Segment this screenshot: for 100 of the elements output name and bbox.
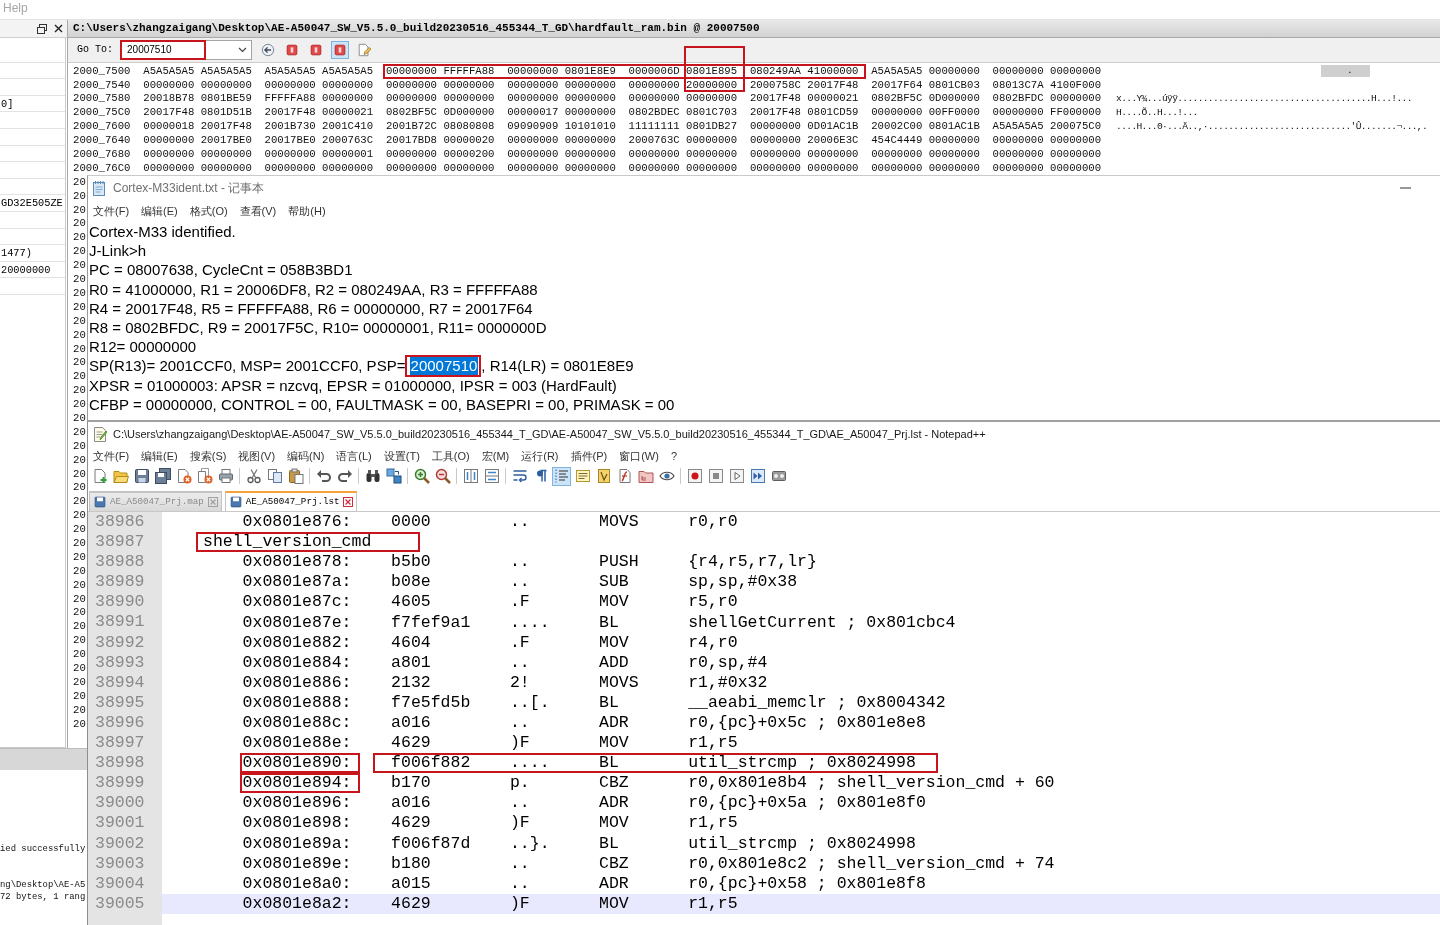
back-arrow-icon xyxy=(261,43,275,57)
menu-item[interactable]: 编码(N) xyxy=(287,449,325,463)
text-line: , R14(LR) = 0801E8E9 xyxy=(481,357,634,375)
menu-item[interactable]: 查看(V) xyxy=(239,204,277,218)
menu-item[interactable]: 工具(O) xyxy=(431,449,470,463)
toolbar-button[interactable] xyxy=(384,466,403,486)
hex-word: 00000000 xyxy=(200,149,252,160)
ascii-text: ..[. xyxy=(509,694,550,711)
mnemonic-text: BL xyxy=(599,614,619,631)
menu-item[interactable]: 窗口(W) xyxy=(619,449,659,463)
mnemonic-text: ADR xyxy=(599,795,629,812)
menu-item[interactable]: 格式(O) xyxy=(189,204,228,218)
toolbar-button[interactable] xyxy=(433,466,452,486)
address-text: 20 xyxy=(73,635,86,646)
close-icon[interactable] xyxy=(54,24,63,33)
toolbar-button[interactable] xyxy=(153,466,172,486)
menu-item[interactable]: 文件(F) xyxy=(93,449,130,463)
opcode-text: 4629 xyxy=(391,735,431,752)
hex-word: 00000000 xyxy=(807,149,859,160)
hex-word: 0D000000 xyxy=(928,93,980,104)
ascii-text: .. xyxy=(509,875,530,892)
clipboard-icon xyxy=(287,468,304,484)
window-title: C:\Users\zhangzaigang\Desktop\AE-A50047_SW_V5.5.0_build20230516_455344_T_GD\AE-A50047_SW_V5.5.0_build20230516_455344_T_GD\AE_A50047_Prj.lst - Notepad++ xyxy=(113,427,986,441)
hex-word: 00000000 xyxy=(686,93,738,104)
address-text: 20 xyxy=(73,537,86,549)
hex-word: 080249AA xyxy=(749,65,801,77)
hex-word: 00000021 xyxy=(322,107,374,118)
menu-item[interactable]: 运行(R) xyxy=(521,449,559,463)
hex-word: 00000000 xyxy=(200,162,252,174)
menu-item[interactable]: 插件(P) xyxy=(570,449,608,463)
minimize-icon xyxy=(1399,187,1411,189)
address-text: 0x0801e888: xyxy=(242,694,352,711)
address-text: 20 xyxy=(73,690,86,702)
hex-word: 00000000 xyxy=(628,149,680,160)
line-number: 38989 xyxy=(95,572,146,593)
undo-icon xyxy=(315,468,332,484)
toolbar-button[interactable] xyxy=(286,466,305,486)
hex-word: 00000000 xyxy=(385,162,437,174)
menu-item[interactable]: 视图(V) xyxy=(238,449,276,463)
menu-item[interactable]: 编辑(E) xyxy=(141,449,178,463)
opcode-text: b180 xyxy=(391,855,431,872)
ascii-text: .. xyxy=(509,654,530,671)
hex-word: A5A5A5A5 xyxy=(871,65,923,77)
hex-word: 0801AC1B xyxy=(928,121,980,132)
opcode-text: f7fef9a1 xyxy=(391,614,471,631)
menu-item[interactable]: 编辑(E) xyxy=(141,204,178,218)
ascii-text: .. xyxy=(509,554,530,571)
hex-word: 00000000 xyxy=(928,135,980,146)
menu-item[interactable]: 搜索(S) xyxy=(189,449,227,463)
address-text: 0x0801e87e: xyxy=(242,614,352,631)
opcode-text: 2132 xyxy=(391,674,431,691)
hex-word: 00000000 xyxy=(992,149,1044,160)
toolbar-button[interactable] xyxy=(748,466,767,486)
toolbar-button[interactable] xyxy=(132,466,151,486)
hex-word: 00000000 xyxy=(443,93,495,104)
address-text: 0x0801e8a0: xyxy=(242,875,352,892)
toolbar-button[interactable] xyxy=(685,466,704,486)
hex-word: 00000000 xyxy=(143,149,195,160)
address-text: 20 xyxy=(73,704,86,716)
mnemonic-text: BL xyxy=(599,694,619,711)
tab[interactable]: AE_A50047_Prj.lst xyxy=(224,491,358,511)
menu-item[interactable]: ? xyxy=(670,449,678,463)
ascii-text: H....Õ..H...!... xyxy=(1116,106,1198,119)
opcode-text: b5b0 xyxy=(391,554,431,571)
window-title: C:\Users\zhangzaigang\Desktop\AE-A50047_SW_V5.5.0_build20230516_455344_T_GD\hardfault_ram.bin @ 20007500 xyxy=(73,22,760,35)
hex-word: 00000000 xyxy=(992,107,1044,118)
text-line: R8 = 0802BFDC, R9 = 20017F5C, R10= 00000001, R11= 0000000D xyxy=(89,319,547,337)
menu-item[interactable]: 帮助(H) xyxy=(288,204,326,218)
hex-word: 00000000 xyxy=(1050,65,1102,77)
toolbar-button[interactable] xyxy=(412,466,431,486)
go-to-combobox[interactable]: 20007510 xyxy=(120,40,252,60)
operands-text: r1,r5 xyxy=(688,815,738,832)
output-line: 72 bytes, 1 rang xyxy=(0,891,86,903)
address-text: 20 xyxy=(73,676,86,688)
text-line: XPSR = 01000003: APSR = nzcvq, EPSR = 01000000, IPSR = 003 (HardFault) xyxy=(89,376,617,394)
menu-item[interactable]: 设置(T) xyxy=(383,449,420,463)
operands-text: sp,sp,#0x38 xyxy=(688,574,798,591)
restore-window-icon[interactable] xyxy=(37,23,47,34)
binoculars-icon xyxy=(364,468,381,484)
play-icon xyxy=(728,468,745,484)
hex-word: 20000000 xyxy=(686,79,738,91)
menu-item[interactable]: 宏(M) xyxy=(481,449,510,463)
hex-word: 00000000 xyxy=(143,162,195,174)
toolbar-button[interactable] xyxy=(244,466,263,486)
ascii-cursor-highlight: . xyxy=(1321,64,1371,77)
opcode-text: a801 xyxy=(391,654,431,671)
operands-text: shellGetCurrent ; 0x801cbc4 xyxy=(688,614,956,631)
floppy-disks-icon xyxy=(154,468,171,484)
ascii-text: )F xyxy=(509,895,530,912)
folder-icon xyxy=(112,468,129,484)
address-text: 20 xyxy=(73,607,86,618)
hex-word: 0802BDEC xyxy=(628,107,680,118)
address-text: 20 xyxy=(73,496,86,507)
hex-word: 00000000 xyxy=(143,135,195,146)
operands-text: {r4,r5,r7,lr} xyxy=(688,554,817,571)
address-text: 20 xyxy=(73,593,86,605)
ascii-text: .. xyxy=(509,795,530,812)
menu-item[interactable]: 语言(L) xyxy=(336,449,372,463)
line-number: 38987 xyxy=(95,532,146,553)
menu-item[interactable]: 文件(F) xyxy=(93,204,130,218)
